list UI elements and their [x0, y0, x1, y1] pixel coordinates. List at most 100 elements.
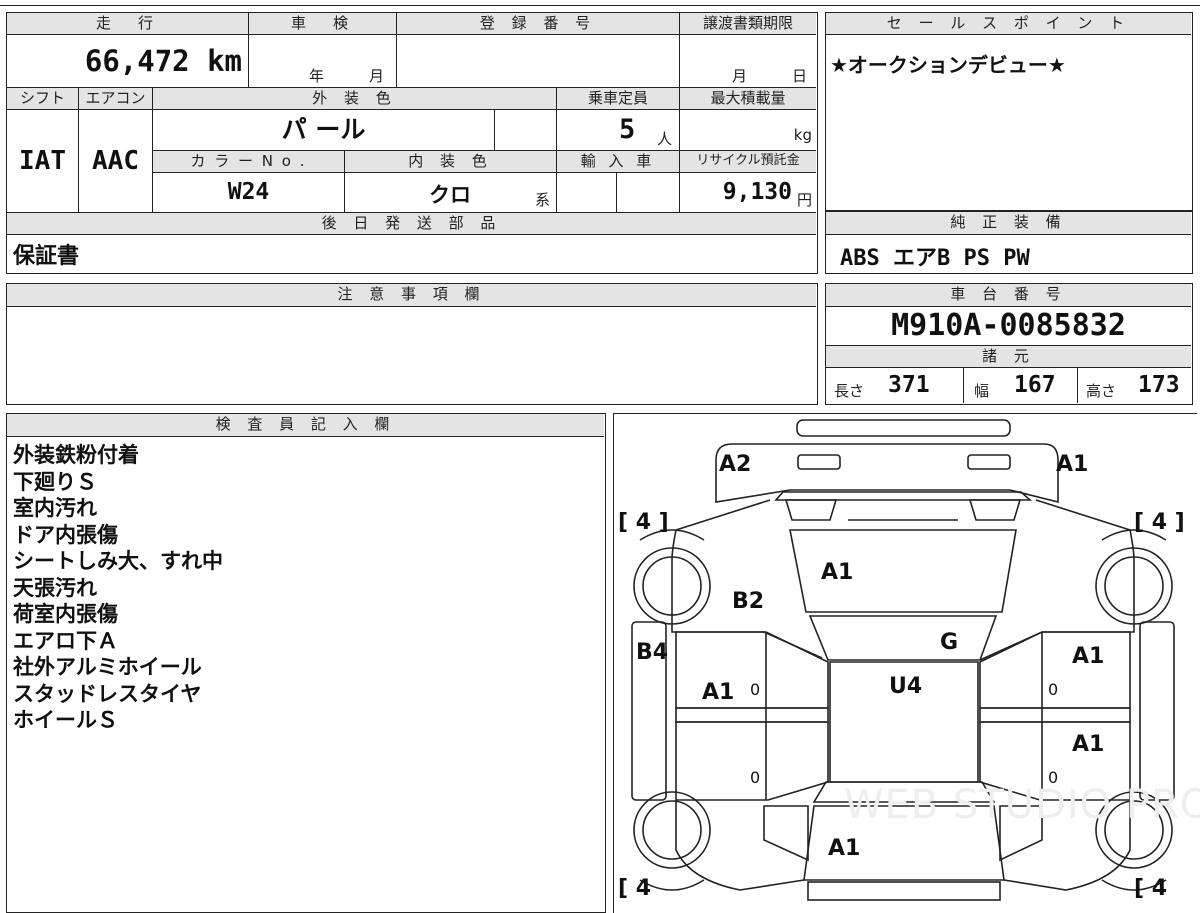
- note-item: 外装鉄粉付着: [13, 443, 139, 467]
- mark-rear: A1: [828, 836, 861, 861]
- note-item: 社外アルミホイール: [13, 655, 202, 679]
- color-no-header: カ ラ ー N o .: [153, 150, 345, 173]
- inspector-notes: 外装鉄粉付着 下廻りＳ 室内汚れ ドア内張傷 シートしみ大、すれ中 天張汚れ 荷…: [13, 442, 223, 734]
- exterior-color-extra: [495, 110, 557, 150]
- chassis-header: 車 台 番 号: [826, 284, 1191, 307]
- mark-windshield: G: [940, 630, 959, 655]
- left-rear-door: [674, 720, 829, 801]
- recycle-value-cell: 9,130 円: [680, 173, 816, 212]
- length-value: 371: [888, 372, 930, 398]
- aircon-value: AAC: [79, 110, 153, 212]
- left-headlight: [796, 453, 841, 470]
- top-strip: [0, 0, 1200, 6]
- length-label: 長さ: [834, 382, 865, 400]
- aircon-header: エアコン: [79, 87, 153, 110]
- tire-tread-front-left: [ 4 ]: [618, 510, 669, 535]
- mark-roof: U4: [889, 674, 923, 699]
- note-item: シートしみ大、すれ中: [13, 549, 223, 573]
- transfer-day-unit: 日: [792, 67, 808, 85]
- rear-bumper: [806, 880, 1001, 901]
- mark-front-left: A2: [719, 452, 752, 477]
- mark-left-sill: B4: [636, 640, 669, 665]
- interior-color-cell: クロ 系: [345, 173, 557, 212]
- capacity-value-cell: 5 人: [557, 110, 680, 150]
- transfer-deadline-value: 月 日: [680, 35, 816, 87]
- tire-tread-rear-right: [ 4: [1134, 876, 1168, 901]
- mark-right-rear-door: A1: [1072, 732, 1105, 757]
- mark-hood: A1: [821, 560, 854, 585]
- note-item: スタッドレスタイヤ: [13, 681, 202, 706]
- capacity-header: 乗車定員: [557, 87, 680, 110]
- chassis-number: M910A-0085832: [891, 308, 1126, 343]
- inspection-header: 車 検: [249, 13, 397, 35]
- zero-mark: 0: [750, 680, 761, 699]
- front-bumper-strip: [795, 418, 1011, 437]
- import-header: 輸 入 車: [557, 150, 680, 173]
- exterior-color-header: 外 装 色: [153, 87, 557, 110]
- spec-header: 諸 元: [826, 345, 1191, 368]
- wheel-rear-left-inner: [641, 799, 702, 860]
- right-headlight: [966, 453, 1011, 470]
- tire-tread-front-right: [ 4 ]: [1134, 510, 1185, 535]
- left-rear-panel: [762, 804, 809, 861]
- vehicle-info-table: 走 行 車 検 登 録 番 号 譲渡書類期限 66,472 km 年 月 月 日…: [6, 12, 818, 274]
- transfer-month-unit: 月: [732, 67, 748, 85]
- note-item: 室内汚れ: [13, 496, 97, 520]
- width-value: 167: [1014, 372, 1056, 398]
- transfer-deadline-header: 譲渡書類期限: [680, 13, 816, 35]
- car-diagram: [630, 418, 1175, 901]
- max-load-value-cell: kg: [680, 110, 816, 150]
- inspector-header: 検 査 員 記 入 欄: [7, 414, 604, 437]
- interior-color-suffix: 系: [535, 191, 551, 209]
- windshield: [808, 614, 997, 661]
- import-value-b: [617, 173, 680, 212]
- note-item: 下廻りＳ: [13, 469, 97, 494]
- inspection-value: 年 月: [249, 35, 397, 87]
- grille-bar: [773, 490, 1032, 501]
- note-item: 天張汚れ: [13, 575, 97, 600]
- right-grille-slot: [968, 498, 1021, 521]
- interior-color-value: クロ: [429, 183, 471, 207]
- caution-box: 注 意 事 項 欄: [6, 283, 818, 405]
- note-item: 荷室内張傷: [13, 602, 118, 626]
- zero-mark: 0: [1048, 768, 1059, 787]
- caution-header: 注 意 事 項 欄: [7, 284, 816, 307]
- mark-front-right: A1: [1056, 452, 1089, 477]
- right-fender: [979, 498, 1135, 661]
- inspection-month-unit: 月: [369, 67, 385, 85]
- height-cell: 高さ 173: [1078, 368, 1191, 403]
- interior-color-header: 内 装 色: [345, 150, 557, 173]
- tire-tread-rear-left: [ 4: [618, 876, 652, 901]
- inspector-box: 検 査 員 記 入 欄 外装鉄粉付着 下廻りＳ 室内汚れ ドア内張傷 シートしみ…: [6, 413, 606, 913]
- mark-right-front-door: A1: [1072, 644, 1105, 669]
- sales-point-box: セ ー ル ス ポ イ ン ト ★オークションデビュー★: [825, 12, 1193, 211]
- watermark: WEB STUDIO PRO: [844, 782, 1200, 828]
- import-value-a: [557, 173, 617, 212]
- later-parts-header: 後 日 発 送 部 品: [7, 212, 816, 235]
- capacity-value: 5: [619, 114, 636, 145]
- chassis-box: 車 台 番 号 M910A-0085832 諸 元 長さ 371 幅 167 高…: [825, 283, 1193, 405]
- genuine-equipment-text: ABS エアB PS PW: [840, 246, 1030, 271]
- mileage-value: 66,472 km: [7, 35, 249, 87]
- note-item: エアロ下Ａ: [13, 628, 118, 653]
- genuine-equipment-box: 純 正 装 備 ABS エアB PS PW: [825, 211, 1193, 274]
- registration-header: 登 録 番 号: [397, 13, 680, 35]
- registration-value: [397, 35, 680, 87]
- length-cell: 長さ 371: [826, 368, 964, 403]
- car-diagram-box: WEB STUDIO PRO [ 4 ] [ 4 ] [ 4 [ 4 A2 A1…: [613, 413, 1200, 913]
- later-parts-value: 保証書: [13, 244, 80, 269]
- right-sill: [1138, 620, 1175, 801]
- max-load-unit: kg: [793, 126, 812, 144]
- mileage-header: 走 行: [7, 13, 249, 35]
- capacity-unit: 人: [657, 130, 673, 148]
- max-load-header: 最大積載量: [680, 87, 816, 110]
- width-cell: 幅 167: [964, 368, 1078, 403]
- recycle-header: リサイクル預託金: [680, 150, 816, 173]
- shift-header: シフト: [7, 87, 79, 110]
- note-item: ドア内張傷: [13, 522, 118, 547]
- shift-value: IAT: [7, 110, 79, 212]
- left-grille-slot: [784, 498, 837, 521]
- recycle-unit: 円: [796, 191, 812, 209]
- sales-point-header: セ ー ル ス ポ イ ン ト: [826, 13, 1191, 35]
- height-value: 173: [1138, 372, 1180, 398]
